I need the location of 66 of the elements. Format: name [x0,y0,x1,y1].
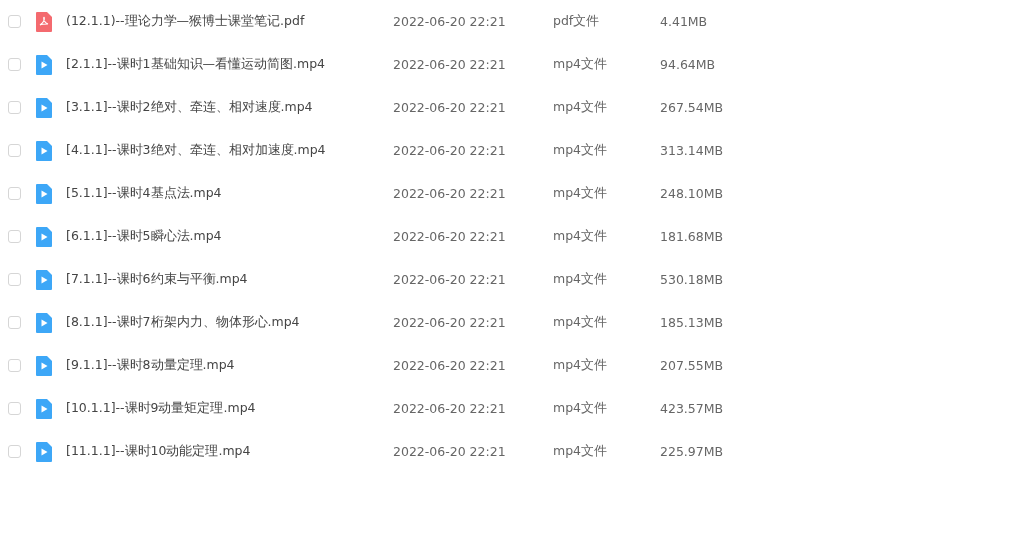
file-name[interactable]: [2.1.1]--课时1基础知识—看懂运动简图.mp4 [66,56,393,73]
modified-date: 2022-06-20 22:21 [393,143,507,158]
file-name[interactable]: [3.1.1]--课时2绝对、牵连、相对速度.mp4 [66,99,393,116]
checkbox[interactable] [8,230,21,243]
file-size: 181.68MB [660,229,725,244]
checkbox[interactable] [8,445,21,458]
modified-date: 2022-06-20 22:21 [393,100,507,115]
file-type: mp4文件 [553,271,609,288]
file-name[interactable]: [10.1.1]--课时9动量矩定理.mp4 [66,400,393,417]
video-file-icon [36,355,52,376]
file-type: mp4文件 [553,56,609,73]
file-name[interactable]: [9.1.1]--课时8动量定理.mp4 [66,357,393,374]
file-type: mp4文件 [553,99,609,116]
checkbox[interactable] [8,402,21,415]
video-file-icon [36,398,52,419]
checkbox[interactable] [8,58,21,71]
checkbox[interactable] [8,144,21,157]
file-size: 267.54MB [660,100,725,115]
modified-date: 2022-06-20 22:21 [393,444,507,459]
modified-date: 2022-06-20 22:21 [393,358,507,373]
video-file-icon [36,183,52,204]
file-name[interactable]: [6.1.1]--课时5瞬心法.mp4 [66,228,393,245]
video-file-icon [36,441,52,462]
file-size: 423.57MB [660,401,725,416]
file-type: mp4文件 [553,185,609,202]
checkbox[interactable] [8,273,21,286]
file-type: mp4文件 [553,314,609,331]
file-size: 248.10MB [660,186,725,201]
file-name[interactable]: [4.1.1]--课时3绝对、牵连、相对加速度.mp4 [66,142,393,159]
file-type: mp4文件 [553,228,609,245]
file-size: 4.41MB [660,14,709,29]
file-size: 185.13MB [660,315,725,330]
file-size: 530.18MB [660,272,725,287]
file-size: 207.55MB [660,358,725,373]
video-file-icon [36,140,52,161]
file-type: mp4文件 [553,357,609,374]
file-name[interactable]: (12.1.1)--理论力学—猴博士课堂笔记.pdf [66,13,393,30]
file-name[interactable]: [11.1.1]--课时10动能定理.mp4 [66,443,393,460]
file-size: 94.64MB [660,57,717,72]
checkbox[interactable] [8,15,21,28]
file-type: mp4文件 [553,142,609,159]
checkbox[interactable] [8,359,21,372]
modified-date: 2022-06-20 22:21 [393,14,507,29]
video-file-icon [36,226,52,247]
file-type: pdf文件 [553,13,601,30]
modified-date: 2022-06-20 22:21 [393,57,507,72]
video-file-icon [36,312,52,333]
pdf-file-icon [36,11,52,32]
file-name[interactable]: [8.1.1]--课时7桁架内力、物体形心.mp4 [66,314,393,331]
checkbox[interactable] [8,101,21,114]
checkbox[interactable] [8,187,21,200]
file-type: mp4文件 [553,400,609,417]
modified-date: 2022-06-20 22:21 [393,315,507,330]
file-size: 225.97MB [660,444,725,459]
checkbox[interactable] [8,316,21,329]
video-file-icon [36,54,52,75]
modified-date: 2022-06-20 22:21 [393,229,507,244]
file-name[interactable]: [5.1.1]--课时4基点法.mp4 [66,185,393,202]
modified-date: 2022-06-20 22:21 [393,272,507,287]
file-size: 313.14MB [660,143,725,158]
file-name[interactable]: [7.1.1]--课时6约束与平衡.mp4 [66,271,393,288]
file-type: mp4文件 [553,443,609,460]
video-file-icon [36,269,52,290]
modified-date: 2022-06-20 22:21 [393,401,507,416]
modified-date: 2022-06-20 22:21 [393,186,507,201]
video-file-icon [36,97,52,118]
